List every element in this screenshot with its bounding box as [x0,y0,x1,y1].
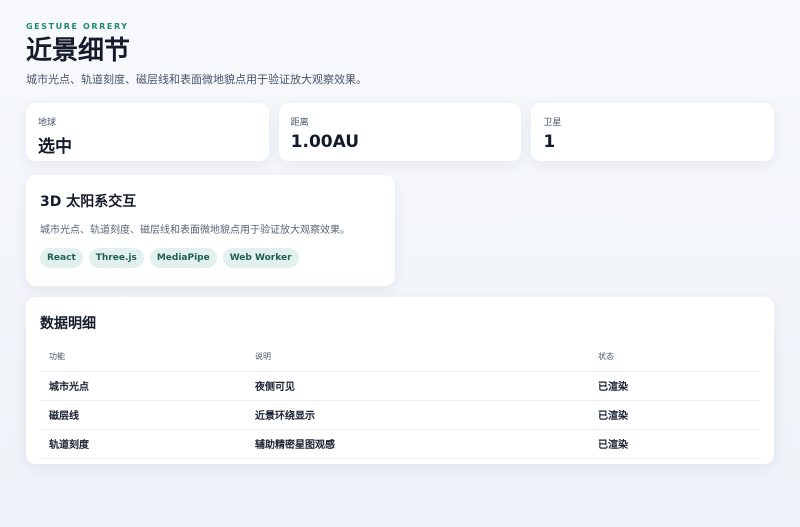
stat-card-satellites: 卫星 1 [531,103,775,161]
tech-tags: React Three.js MediaPipe Web Worker [40,248,381,268]
data-table-card: 数据明细 功能 说明 状态 城市光点 夜侧可见 已渲染 磁层线 近景环绕显示 已… [26,297,774,464]
stat-value: 选中 [38,137,72,157]
feature-description: 城市光点、轨道刻度、磁层线和表面微地貌点用于验证放大观察效果。 [40,225,350,236]
stat-card-distance: 距离 1.00AU [278,103,522,161]
tag-mediapipe: MediaPipe [149,248,217,268]
column-header-status: 状态 [589,343,760,372]
stat-label: 距离 [290,118,309,128]
table-row: 磁层线 近景环绕显示 已渲染 [40,400,760,430]
data-table: 功能 说明 状态 城市光点 夜侧可见 已渲染 磁层线 近景环绕显示 已渲染 轨道… [40,343,760,459]
table-title: 数据明细 [40,316,96,332]
table-header-row: 功能 说明 状态 [40,343,760,372]
page: GESTURE ORRERY 近景细节 城市光点、轨道刻度、磁层线和表面微地貌点… [0,0,800,527]
feature-card: 3D 太阳系交互 城市光点、轨道刻度、磁层线和表面微地貌点用于验证放大观察效果。… [26,175,395,286]
cell-status: 已渲染 [589,400,760,430]
column-header-feature: 功能 [40,343,246,372]
stat-value: 1.00AU [290,132,360,152]
page-title: 近景细节 [26,36,131,66]
tag-react: React [40,248,83,268]
stat-label: 卫星 [543,118,562,128]
column-header-description: 说明 [246,343,589,372]
stats-row: 地球 选中 距离 1.00AU 卫星 1 [26,103,775,161]
stat-label: 地球 [38,118,57,128]
feature-title: 3D 太阳系交互 [40,194,137,210]
page-subtitle: 城市光点、轨道刻度、磁层线和表面微地貌点用于验证放大观察效果。 [26,73,367,86]
eyebrow-label: GESTURE ORRERY [26,22,129,31]
cell-feature: 城市光点 [40,371,246,401]
cell-description: 夜侧可见 [246,371,589,401]
stat-card-planet: 地球 选中 [26,103,269,161]
cell-description: 近景环绕显示 [246,400,589,430]
table-row: 轨道刻度 辅助精密星图观感 已渲染 [40,429,760,459]
cell-status: 已渲染 [589,429,760,459]
stat-value: 1 [543,132,556,152]
cell-status: 已渲染 [589,371,760,401]
cell-description: 辅助精密星图观感 [246,429,589,459]
tag-threejs: Three.js [88,248,144,268]
cell-feature: 磁层线 [40,400,246,430]
cell-feature: 轨道刻度 [40,429,246,459]
tag-web-worker: Web Worker [222,248,299,268]
table-row: 城市光点 夜侧可见 已渲染 [40,371,760,401]
